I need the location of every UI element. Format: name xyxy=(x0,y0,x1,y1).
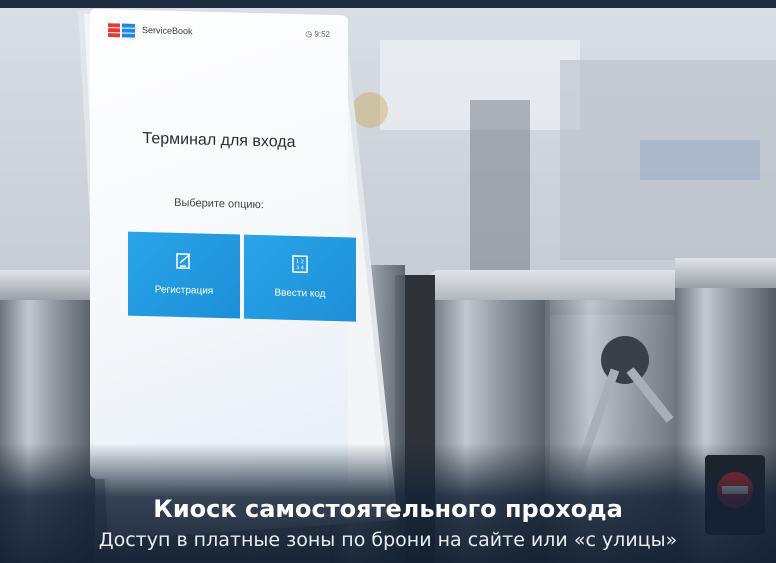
promo-card: ServiceBook ◷ 9:52 Терминал для входа Вы… xyxy=(0,0,776,563)
kiosk-prompt: Выберите опцию: xyxy=(174,196,264,212)
servicebook-logo-icon xyxy=(108,23,135,38)
kiosk-clock: ◷ 9:52 xyxy=(305,29,330,39)
kiosk-screen: ServiceBook ◷ 9:52 Терминал для входа Вы… xyxy=(90,8,356,486)
caption-title: Киоск самостоятельного прохода xyxy=(153,495,623,523)
kiosk-header: ServiceBook ◷ 9:52 xyxy=(108,21,330,47)
kiosk-title: Терминал для входа xyxy=(142,129,296,152)
registration-button[interactable]: Регистрация xyxy=(128,231,240,319)
kiosk-brand-name: ServiceBook xyxy=(142,24,193,37)
keypad-icon: 1 2 3 4 xyxy=(292,255,308,274)
svg-text:3 4: 3 4 xyxy=(296,265,304,271)
kiosk-time: 9:52 xyxy=(314,29,330,39)
edit-form-icon xyxy=(176,253,191,269)
caption-subtitle: Доступ в платные зоны по брони на сайте … xyxy=(98,529,678,551)
enter-code-button[interactable]: 1 2 3 4 Ввести код xyxy=(244,234,356,322)
registration-button-label: Регистрация xyxy=(154,284,214,297)
enter-code-button-label: Ввести код xyxy=(274,287,326,300)
caption-overlay: Киоск самостоятельного прохода Доступ в … xyxy=(0,443,776,563)
